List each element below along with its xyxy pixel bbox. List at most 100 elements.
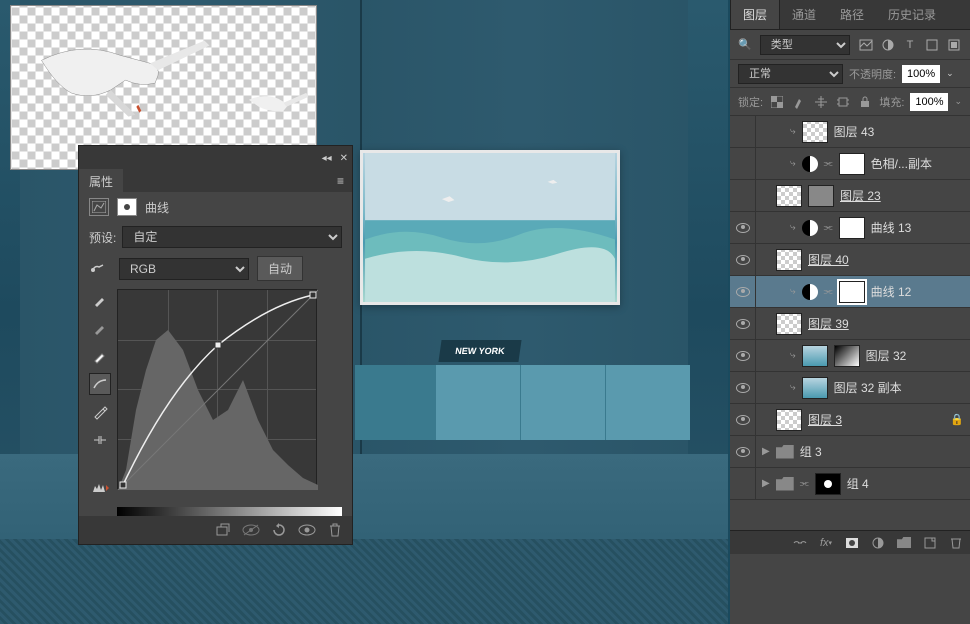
delete-layer-icon[interactable] [948,535,964,551]
filter-pixel-icon[interactable] [858,37,874,53]
layer-name-label[interactable]: 图层 23 [840,187,881,204]
tab-history[interactable]: 历史记录 [876,0,948,29]
reset-icon[interactable] [270,521,288,539]
layer-name-label[interactable]: 组 3 [800,443,822,460]
properties-tab[interactable]: 属性 [79,169,123,194]
layer-name-label[interactable]: 图层 32 [866,347,907,364]
lock-artboard-icon[interactable] [835,94,851,110]
blend-mode-select[interactable]: 正常 [738,64,843,84]
layer-item[interactable]: 图层 39 [730,308,970,340]
lock-all-icon[interactable] [857,94,873,110]
layer-visibility-toggle[interactable] [730,340,756,371]
filter-type-select[interactable]: 类型 [760,35,850,55]
layer-name-label[interactable]: 图层 43 [834,123,875,140]
layer-visibility-toggle[interactable] [730,180,756,211]
curves-graph[interactable] [117,289,317,489]
layer-item[interactable]: 图层 3🔒 [730,404,970,436]
tab-layers[interactable]: 图层 [730,0,780,29]
pencil-tool-icon[interactable] [89,401,111,423]
layer-visibility-toggle[interactable] [730,116,756,147]
filter-smart-icon[interactable] [946,37,962,53]
layer-name-label[interactable]: 图层 40 [808,251,849,268]
opacity-input[interactable]: 100% [902,65,940,83]
layer-thumbnail[interactable] [802,121,828,143]
layer-thumbnail[interactable] [776,185,802,207]
layer-thumbnail[interactable] [776,249,802,271]
layer-mask-thumb[interactable] [815,473,841,495]
layer-name-label[interactable]: 图层 39 [808,315,849,332]
collapse-icon[interactable]: ◂◂ [322,153,332,164]
eyedropper-black-icon[interactable] [89,289,111,311]
layer-name-label[interactable]: 曲线 12 [871,283,912,300]
layer-thumbnail[interactable] [802,377,828,399]
layer-visibility-toggle[interactable] [730,276,756,307]
layer-name-label[interactable]: 色相/...副本 [871,155,932,172]
layer-visibility-toggle[interactable] [730,436,756,467]
layer-visibility-toggle[interactable] [730,404,756,435]
layer-name-label[interactable]: 图层 3 [808,411,842,428]
opacity-dropdown-icon[interactable]: ⌄ [946,68,954,79]
layer-mask-thumb[interactable] [839,153,865,175]
eyedropper-gray-icon[interactable] [89,317,111,339]
layer-item[interactable]: ▶ 组 3 [730,436,970,468]
close-icon[interactable]: ✕ [340,153,348,164]
layer-item[interactable]: ⤷图层 43 [730,116,970,148]
add-mask-icon[interactable] [844,535,860,551]
chevron-right-icon[interactable]: ▶ [762,478,770,489]
layer-item[interactable]: 图层 40 [730,244,970,276]
filter-shape-icon[interactable] [924,37,940,53]
lock-transparency-icon[interactable] [769,94,785,110]
layer-mask-thumb[interactable] [808,185,834,207]
histogram-toggle-icon[interactable] [89,477,111,499]
layers-list[interactable]: ⤷图层 43⤷⫘色相/...副本图层 23⤷⫘曲线 13图层 40⤷⫘曲线 12… [730,116,970,500]
filter-adjustment-icon[interactable] [880,37,896,53]
panel-header[interactable]: ◂◂ ✕ [79,146,352,170]
tab-channels[interactable]: 通道 [780,0,828,29]
layer-visibility-toggle[interactable] [730,148,756,179]
fx-icon[interactable]: fx▾ [818,535,834,551]
filter-type-icon[interactable]: T [902,37,918,53]
layer-mask-thumb[interactable] [839,217,865,239]
link-layers-icon[interactable] [792,535,808,551]
auto-button[interactable]: 自动 [257,256,303,281]
layer-name-label[interactable]: 曲线 13 [871,219,912,236]
eyedropper-white-icon[interactable] [89,345,111,367]
layer-mask-thumb[interactable] [834,345,860,367]
layer-visibility-toggle[interactable] [730,308,756,339]
layer-item[interactable]: ⤷⫘曲线 12 [730,276,970,308]
layer-visibility-toggle[interactable] [730,212,756,243]
layer-visibility-toggle[interactable] [730,372,756,403]
add-adjustment-icon[interactable] [870,535,886,551]
tab-paths[interactable]: 路径 [828,0,876,29]
delete-icon[interactable] [326,521,344,539]
layer-thumbnail[interactable] [776,313,802,335]
layer-item[interactable]: 图层 23 [730,180,970,212]
layer-visibility-toggle[interactable] [730,244,756,275]
toggle-visibility-icon[interactable] [298,521,316,539]
curves-preset-icon[interactable] [89,198,109,216]
layer-item[interactable]: ⤷⫘色相/...副本 [730,148,970,180]
layer-visibility-toggle[interactable] [730,468,756,499]
layer-thumbnail[interactable] [802,345,828,367]
layer-mask-thumb[interactable] [839,281,865,303]
layer-item[interactable]: ⤷图层 32 副本 [730,372,970,404]
preset-select[interactable]: 自定 [122,226,342,248]
layer-item[interactable]: ⤷图层 32 [730,340,970,372]
layer-thumbnail[interactable] [776,409,802,431]
layers-panel[interactable]: 图层 通道 路径 历史记录 🔍 类型 T 正常 不透明度: 100% ⌄ 锁定:… [730,0,970,624]
view-previous-icon[interactable] [242,521,260,539]
layer-name-label[interactable]: 图层 32 副本 [834,379,902,396]
finger-tool-icon[interactable] [89,259,111,278]
smooth-tool-icon[interactable] [89,429,111,451]
search-icon[interactable]: 🔍 [738,38,752,51]
curve-point-tool-icon[interactable] [89,373,111,395]
fill-dropdown-icon[interactable]: ⌄ [954,96,962,107]
channel-select[interactable]: RGB [119,258,249,280]
lock-pixels-icon[interactable] [791,94,807,110]
layer-name-label[interactable]: 组 4 [847,475,869,492]
chevron-right-icon[interactable]: ▶ [762,446,770,457]
new-layer-icon[interactable] [922,535,938,551]
clip-to-layer-icon[interactable] [214,521,232,539]
fill-input[interactable]: 100% [910,93,948,111]
mask-icon[interactable] [117,198,137,216]
